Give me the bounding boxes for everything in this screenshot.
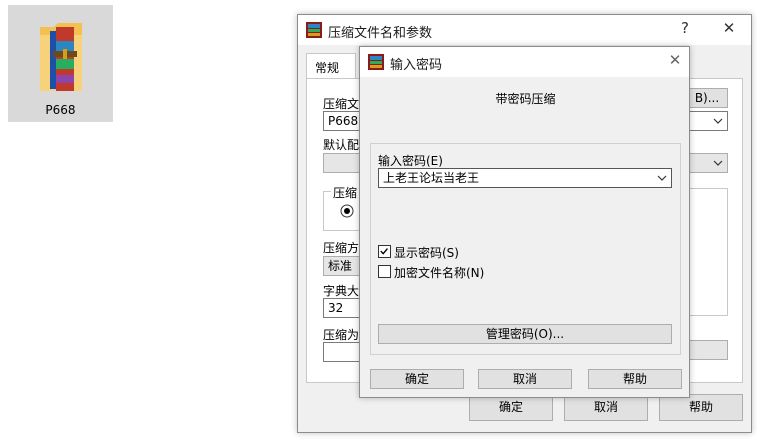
browse-button[interactable]: B)... — [686, 88, 728, 108]
dialog-help-label: 帮助 — [622, 372, 647, 386]
password-label: 输入密码(E) — [378, 154, 443, 168]
dialog-cancel-label: 取消 — [512, 372, 537, 386]
archive-name-dropdown-tail[interactable] — [688, 111, 728, 131]
desktop-file-icon[interactable]: P668 — [8, 5, 113, 122]
ok-button[interactable]: 确定 — [469, 394, 553, 421]
archive-name-input[interactable]: P668.r — [323, 111, 363, 131]
manage-passwords-label: 管理密码(O)... — [485, 327, 565, 341]
winrar-icon — [368, 54, 384, 70]
cancel-button-label: 取消 — [593, 400, 618, 414]
close-icon[interactable]: ✕ — [664, 51, 686, 69]
chevron-down-icon — [713, 118, 723, 124]
password-dialog-titlebar: 输入密码 ✕ — [360, 47, 689, 77]
encrypt-names-label: 加密文件名称(N) — [394, 266, 485, 280]
archive-params-titlebar: 压缩文件名和参数 ? ✕ — [298, 15, 751, 45]
tab-general-label: 常规 — [315, 61, 340, 75]
chevron-down-icon — [713, 160, 723, 166]
help-button[interactable]: 帮助 — [659, 394, 743, 421]
password-input[interactable]: 上老王论坛当老王 — [378, 168, 672, 188]
close-icon[interactable]: ✕ — [718, 19, 740, 37]
encrypt-names-checkbox[interactable] — [378, 265, 391, 278]
tab-general[interactable]: 常规 — [306, 53, 356, 79]
password-dialog-title: 输入密码 — [390, 58, 443, 73]
manage-passwords-button[interactable]: 管理密码(O)... — [378, 324, 672, 344]
split-label: 压缩为 — [323, 328, 360, 342]
winrar-icon — [306, 22, 322, 38]
dictionary-dropdown[interactable]: 32 — [323, 298, 363, 318]
profile-dropdown-tail[interactable] — [688, 153, 728, 173]
profile-label: 默认配 — [323, 138, 360, 152]
profile-dropdown[interactable] — [323, 153, 363, 173]
method-dropdown[interactable]: 标准 — [323, 256, 363, 276]
chevron-down-icon[interactable] — [657, 170, 667, 186]
show-password-checkbox[interactable] — [378, 245, 391, 258]
cancel-button[interactable]: 取消 — [564, 394, 648, 421]
archive-params-title: 压缩文件名和参数 — [328, 26, 433, 41]
format-radio-icon[interactable] — [340, 204, 354, 218]
password-dialog: 输入密码 ✕ 带密码压缩 输入密码(E) 上老王论坛当老王 显示密码(S) 加密… — [359, 46, 690, 398]
browse-button-label: B)... — [694, 91, 720, 105]
split-input-tail[interactable] — [688, 340, 728, 360]
winrar-archive-icon — [40, 23, 82, 91]
format-group-label: 压缩 — [331, 184, 360, 201]
dialog-help-button[interactable]: 帮助 — [588, 369, 682, 389]
method-label: 压缩方 — [323, 241, 360, 255]
ok-button-label: 确定 — [498, 400, 523, 414]
help-titlebar-button[interactable]: ? — [674, 19, 696, 37]
desktop-file-label: P668 — [45, 103, 76, 117]
dictionary-label: 字典大 — [323, 284, 360, 298]
show-password-label: 显示密码(S) — [394, 246, 459, 260]
right-options-panel — [688, 188, 728, 316]
split-input[interactable] — [323, 342, 363, 362]
help-button-label: 帮助 — [688, 400, 713, 414]
dialog-ok-label: 确定 — [404, 372, 429, 386]
password-heading: 带密码压缩 — [495, 92, 556, 106]
checkmark-icon — [380, 248, 388, 255]
dialog-ok-button[interactable]: 确定 — [370, 369, 464, 389]
archive-name-label: 压缩文 — [323, 97, 360, 111]
dialog-cancel-button[interactable]: 取消 — [478, 369, 572, 389]
